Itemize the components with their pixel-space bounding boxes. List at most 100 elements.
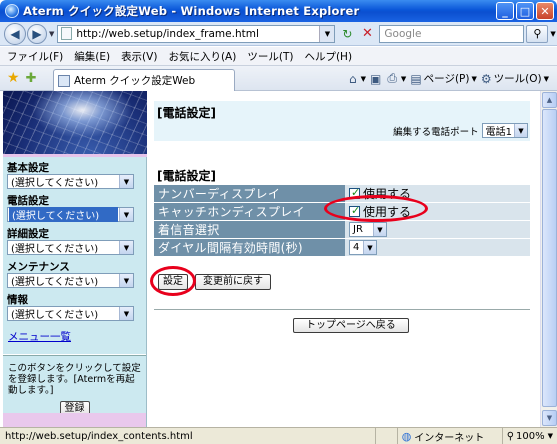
main-frame: [電話設定] 編集する電話ポート 電話1 ▼ [電話設定] ナンバーディスプレイ …: [150, 91, 540, 427]
ie-icon: [5, 4, 19, 18]
nav-label-basic: 基本設定: [7, 162, 49, 174]
chevron-down-icon: ▼: [119, 307, 133, 320]
nav-select-info[interactable]: (選択してください) ▼: [7, 306, 134, 321]
ringtone-select[interactable]: JR ▼: [349, 222, 387, 237]
setting-value: 4 ▼: [345, 238, 530, 257]
settings-table: ナンバーディスプレイ 使用する キャッチホンディスプレイ 使用する: [154, 185, 530, 257]
set-button[interactable]: 設定: [158, 274, 188, 290]
checkbox-checked-icon[interactable]: [349, 186, 360, 199]
nav-label-phone: 電話設定: [7, 195, 49, 207]
scroll-thumb[interactable]: [542, 109, 557, 407]
nav-label-advanced: 詳細設定: [7, 228, 49, 240]
chevron-down-icon: ▼: [363, 241, 376, 254]
nav-label-maintenance: メンテナンス: [7, 261, 70, 273]
dial-interval-select[interactable]: 4 ▼: [349, 240, 377, 255]
status-bar: http://web.setup/index_contents.html ◍ イ…: [0, 427, 557, 444]
page-header: [電話設定] 編集する電話ポート 電話1 ▼: [154, 101, 530, 141]
menu-view[interactable]: 表示(V): [121, 49, 157, 64]
tab-page-icon: [58, 74, 70, 87]
zoom-control[interactable]: ⚲ 100% ▼: [501, 428, 557, 444]
setting-value: JR ▼: [345, 220, 530, 239]
table-row: ダイヤル間隔有効時間(秒) 4 ▼: [154, 238, 530, 257]
menu-file[interactable]: ファイル(F): [7, 49, 63, 64]
zoom-dropdown-icon[interactable]: ▼: [548, 432, 553, 440]
checkbox-checked-icon[interactable]: [349, 204, 360, 217]
nav-select-phone[interactable]: (選択してください) ▼: [7, 207, 134, 222]
status-empty-cell: [374, 428, 397, 444]
setting-label: ダイヤル間隔有効時間(秒): [154, 238, 345, 257]
zoom-level: 100%: [516, 430, 545, 442]
feeds-icon: ▣: [369, 71, 382, 86]
print-icon: ⎙: [387, 71, 397, 85]
globe-icon: ◍: [401, 429, 412, 443]
address-toolbar: ◀ ▶ ▼ http://web.setup/index_frame.html …: [0, 22, 557, 46]
address-bar[interactable]: http://web.setup/index_frame.html ▼: [57, 24, 336, 43]
sidebar-footer-band: [3, 413, 146, 427]
number-display-checkbox[interactable]: 使用する: [349, 185, 411, 202]
register-help-text: このボタンをクリックして設定を登録します。[Atermを再起動します。]: [8, 363, 141, 396]
setting-value: 使用する: [345, 185, 530, 203]
table-row: キャッチホンディスプレイ 使用する: [154, 202, 530, 221]
home-button[interactable]: ⌂ ▼: [349, 72, 366, 86]
menu-bar: ファイル(F) 編集(E) 表示(V) お気に入り(A) ツール(T) ヘルプ(…: [0, 47, 557, 66]
search-options-icon[interactable]: ▼: [550, 30, 555, 38]
favorites-star-icon[interactable]: ★: [7, 70, 20, 86]
add-favorite-icon[interactable]: ✚: [26, 71, 37, 86]
security-zone[interactable]: ◍ インターネット: [396, 428, 502, 444]
tab-label: Aterm クイック設定Web: [74, 75, 196, 87]
status-url: http://web.setup/index_contents.html: [5, 430, 193, 442]
port-label: 編集する電話ポート: [393, 126, 479, 138]
page-icon: [61, 27, 73, 40]
sidebar-divider: [3, 354, 146, 356]
home-icon: ⌂: [348, 71, 357, 86]
port-select[interactable]: 電話1 ▼: [481, 123, 528, 138]
nav-group-advanced: 詳細設定 (選択してください) ▼: [7, 228, 142, 255]
minimize-button[interactable]: _: [496, 2, 514, 20]
menu-help[interactable]: ヘルプ(H): [304, 49, 352, 64]
feeds-button[interactable]: ▣: [370, 72, 383, 86]
page-menu-button[interactable]: ▤ ページ(P) ▼: [410, 71, 477, 86]
tools-menu-button[interactable]: ⚙ ツール(O) ▼: [481, 71, 549, 86]
catch-display-checkbox[interactable]: 使用する: [349, 203, 411, 220]
nav-group-phone: 電話設定 (選択してください) ▼: [7, 195, 142, 222]
setting-label: 着信音選択: [154, 220, 345, 239]
gear-icon: ⚙: [480, 71, 492, 86]
menu-edit[interactable]: 編集(E): [74, 49, 110, 64]
forward-button[interactable]: ▶: [27, 23, 47, 44]
menu-favorites[interactable]: お気に入り(A): [168, 49, 236, 64]
chevron-down-icon: ▼: [373, 223, 386, 236]
history-dropdown-icon[interactable]: ▼: [49, 30, 54, 38]
nav-select-maintenance[interactable]: (選択してください) ▼: [7, 273, 134, 288]
stop-icon[interactable]: ✕: [358, 25, 376, 43]
table-row: 着信音選択 JR ▼: [154, 220, 530, 239]
zone-label: インターネット: [414, 432, 485, 444]
address-dropdown-icon[interactable]: ▼: [319, 25, 335, 42]
vertical-scrollbar[interactable]: ▲ ▼: [540, 91, 557, 427]
menu-list-link[interactable]: メニュー一覧: [8, 329, 146, 344]
globe-banner-image: [3, 91, 147, 157]
maximize-button[interactable]: □: [516, 2, 534, 20]
refresh-icon[interactable]: ↻: [338, 25, 356, 43]
back-to-top-button[interactable]: トップページへ戻る: [293, 318, 409, 333]
revert-button[interactable]: 変更前に戻す: [195, 274, 271, 290]
nav-select-advanced[interactable]: (選択してください) ▼: [7, 240, 134, 255]
search-input[interactable]: Google: [379, 24, 525, 43]
nav-select-basic[interactable]: (選択してください) ▼: [7, 174, 134, 189]
print-button[interactable]: ⎙ ▼: [387, 71, 406, 86]
scroll-down-icon[interactable]: ▼: [542, 410, 557, 426]
menu-tools[interactable]: ツール(T): [247, 49, 293, 64]
scroll-up-icon[interactable]: ▲: [542, 92, 557, 108]
zoom-icon: ⚲: [506, 430, 515, 442]
port-selector: 編集する電話ポート 電話1 ▼: [393, 123, 528, 138]
tab-aterm[interactable]: Aterm クイック設定Web: [53, 69, 235, 91]
search-button[interactable]: ⚲: [526, 24, 549, 43]
setting-label: キャッチホンディスプレイ: [154, 202, 345, 221]
page-menu-icon: ▤: [410, 71, 422, 86]
address-url[interactable]: http://web.setup/index_frame.html: [76, 28, 319, 40]
nav-group-info: 情報 (選択してください) ▼: [7, 294, 142, 321]
chevron-down-icon: ▼: [514, 124, 527, 137]
window-title: Aterm クイック設定Web - Windows Internet Explo…: [23, 4, 360, 18]
close-button[interactable]: ✕: [536, 2, 554, 20]
back-button[interactable]: ◀: [4, 22, 26, 45]
setting-label: ナンバーディスプレイ: [154, 185, 345, 203]
